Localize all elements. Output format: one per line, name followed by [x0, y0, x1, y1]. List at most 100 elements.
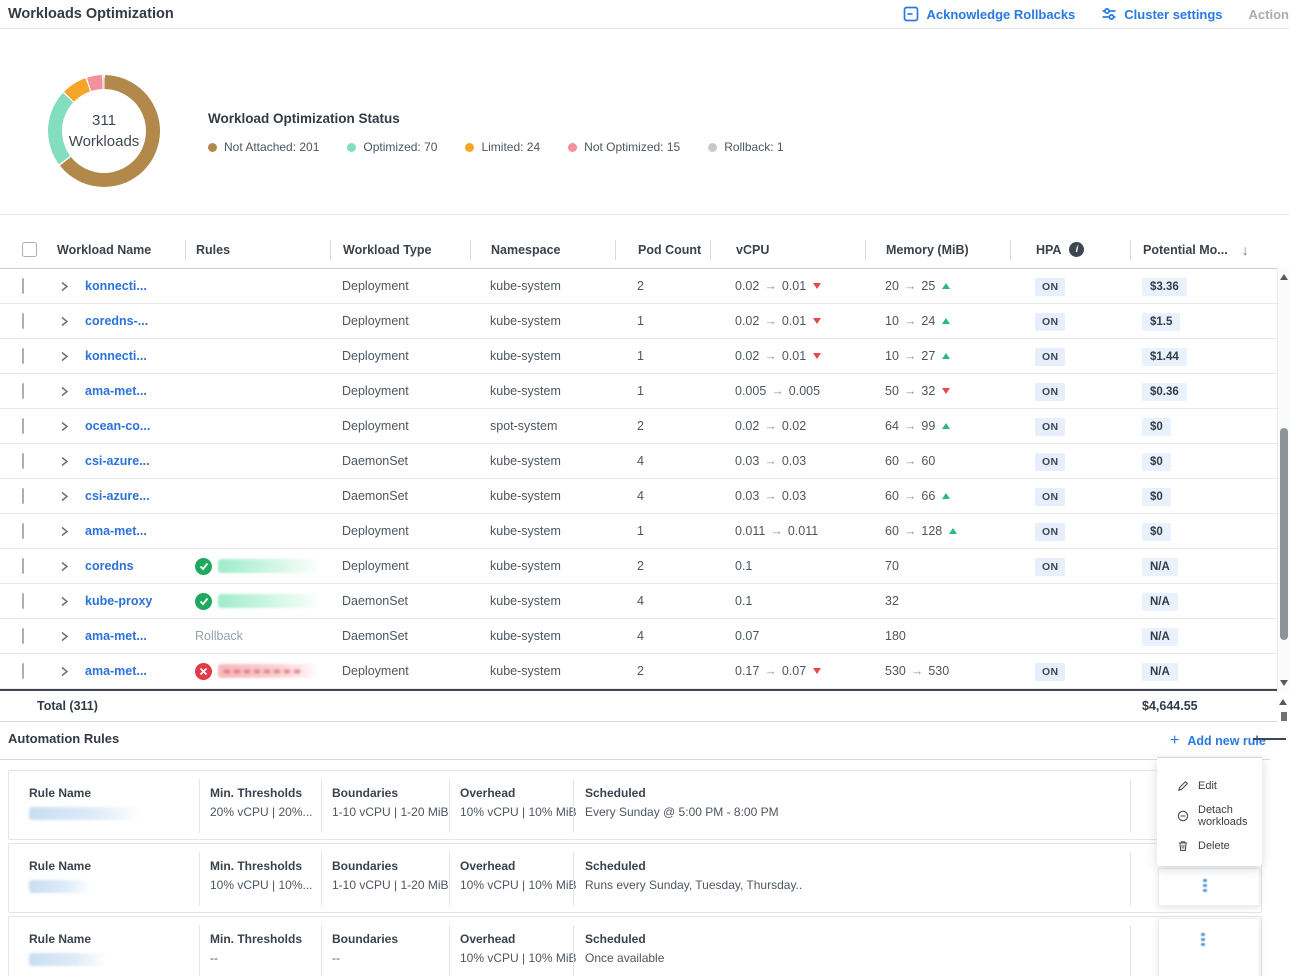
- metric-from: 32: [885, 594, 899, 608]
- legend-label: Rollback: 1: [724, 140, 783, 154]
- workload-name-link[interactable]: coredns: [82, 559, 185, 573]
- expand-chevron-icon[interactable]: [46, 456, 82, 467]
- workload-name-link[interactable]: csi-azure...: [82, 454, 185, 468]
- checkbox-cell: [0, 314, 46, 328]
- scroll-down-arrow-icon[interactable]: [1280, 680, 1288, 686]
- arrow-right-icon: →: [904, 489, 917, 503]
- vcpu-value: 0.07: [710, 629, 865, 643]
- checkbox-cell: [0, 559, 46, 573]
- workload-name-link[interactable]: ama-met...: [82, 664, 185, 678]
- hpa-info-icon[interactable]: i: [1069, 242, 1084, 257]
- kebab-menu-icon[interactable]: [1201, 933, 1205, 946]
- pod-count: 4: [615, 594, 710, 608]
- row-checkbox[interactable]: [22, 628, 24, 644]
- row-checkbox[interactable]: [22, 663, 24, 679]
- potential-value-badge: $0: [1142, 523, 1171, 541]
- table-row: ama-met...RollbackDaemonSetkube-system40…: [0, 619, 1277, 654]
- workload-name-link[interactable]: konnecti...: [82, 279, 185, 293]
- arrow-right-icon: →: [764, 489, 777, 503]
- acknowledge-rollbacks-button[interactable]: Acknowledge Rollbacks: [903, 6, 1075, 22]
- workload-name-link[interactable]: kube-proxy: [82, 594, 185, 608]
- add-new-rule-button[interactable]: + Add new rule: [1164, 731, 1272, 751]
- row-checkbox[interactable]: [22, 278, 24, 294]
- hpa-cell: ON: [1010, 279, 1130, 293]
- redacted-text: [224, 670, 302, 673]
- vcpu-value: 0.011→0.011: [710, 524, 865, 538]
- metric-from: 0.1: [735, 559, 752, 573]
- row-checkbox[interactable]: [22, 558, 24, 574]
- scroll-up-arrow-icon[interactable]: [1280, 274, 1288, 280]
- metric-to: 99: [921, 419, 935, 433]
- metric-to: 0.005: [789, 384, 820, 398]
- min-thresholds-value: 10% vCPU | 10%...: [210, 878, 321, 892]
- expand-chevron-icon[interactable]: [46, 631, 82, 642]
- legend-dot-icon: [465, 143, 474, 152]
- expand-chevron-icon[interactable]: [46, 596, 82, 607]
- mini-scroll-up-arrow-icon[interactable]: [1279, 699, 1287, 705]
- namespace: kube-system: [470, 314, 615, 328]
- menu-item-detach-workloads[interactable]: Detach workloads: [1157, 801, 1262, 831]
- min-thresholds: Min. Thresholds--: [199, 925, 321, 976]
- vcpu-value: 0.005→0.005: [710, 384, 865, 398]
- arrow-right-icon: →: [764, 314, 777, 328]
- scheduled: ScheduledEvery Sunday @ 5:00 PM - 8:00 P…: [573, 779, 1130, 833]
- expand-chevron-icon[interactable]: [46, 666, 82, 677]
- legend-label: Limited: 24: [481, 140, 540, 154]
- potential-value-badge: $1.44: [1142, 348, 1187, 366]
- arrow-right-icon: →: [764, 349, 777, 363]
- expand-chevron-icon[interactable]: [46, 421, 82, 432]
- scrollbar-thumb[interactable]: [1280, 428, 1288, 640]
- row-checkbox[interactable]: [22, 488, 24, 504]
- expand-chevron-icon[interactable]: [46, 526, 82, 537]
- expand-chevron-icon[interactable]: [46, 386, 82, 397]
- kebab-menu-icon[interactable]: [1203, 879, 1207, 892]
- metric-from: 60: [885, 454, 899, 468]
- row-checkbox[interactable]: [22, 593, 24, 609]
- workload-name-link[interactable]: ama-met...: [82, 384, 185, 398]
- pencil-icon: [1177, 780, 1189, 792]
- error-circle-icon: [195, 663, 212, 680]
- min-thresholds-value: 20% vCPU | 20%...: [210, 805, 321, 819]
- col-namespace: Namespace: [470, 240, 615, 260]
- row-checkbox[interactable]: [22, 348, 24, 364]
- cluster-settings-button[interactable]: Cluster settings: [1101, 6, 1222, 22]
- namespace: kube-system: [470, 279, 615, 293]
- memory-value: 70: [865, 559, 1010, 573]
- expand-chevron-icon[interactable]: [46, 561, 82, 572]
- rule-cards-list: Rule NameMin. Thresholds20% vCPU | 20%..…: [0, 770, 1289, 976]
- detach-icon: [1177, 810, 1189, 822]
- hpa-on-badge: ON: [1035, 453, 1065, 471]
- expand-chevron-icon[interactable]: [46, 281, 82, 292]
- expand-chevron-icon[interactable]: [46, 316, 82, 327]
- row-checkbox[interactable]: [22, 383, 24, 399]
- sort-desc-icon[interactable]: ↓: [1242, 242, 1249, 258]
- menu-item-label: Edit: [1198, 780, 1217, 792]
- workload-name-link[interactable]: ama-met...: [82, 629, 185, 643]
- menu-item-delete[interactable]: Delete: [1157, 831, 1262, 861]
- rules-cell: [185, 593, 330, 610]
- workload-name-link[interactable]: konnecti...: [82, 349, 185, 363]
- table-row: konnecti...Deploymentkube-system10.02→0.…: [0, 339, 1277, 374]
- workload-name-link[interactable]: ocean-co...: [82, 419, 185, 433]
- expand-chevron-icon[interactable]: [46, 491, 82, 502]
- workload-type: Deployment: [330, 349, 470, 363]
- workload-name-link[interactable]: coredns-...: [82, 314, 185, 328]
- mini-scrollbar-thumb[interactable]: [1281, 712, 1287, 721]
- automation-rules-title: Automation Rules: [8, 731, 1289, 746]
- metric-from: 0.17: [735, 664, 759, 678]
- table-row: corednsDeploymentkube-system20.170ONN/A: [0, 549, 1277, 584]
- workload-name-link[interactable]: ama-met...: [82, 524, 185, 538]
- menu-item-edit[interactable]: Edit: [1157, 771, 1262, 801]
- row-checkbox[interactable]: [22, 313, 24, 329]
- memory-value: 530→530: [865, 664, 1010, 678]
- row-checkbox[interactable]: [22, 453, 24, 469]
- workload-name-link[interactable]: csi-azure...: [82, 489, 185, 503]
- expand-chevron-icon[interactable]: [46, 351, 82, 362]
- select-all-checkbox[interactable]: [22, 242, 37, 257]
- metric-to: 0.01: [782, 314, 806, 328]
- rules-cell: Rollback: [185, 629, 330, 643]
- row-checkbox[interactable]: [22, 418, 24, 434]
- rule-name-block: Rule Name: [9, 917, 199, 976]
- action-button[interactable]: Action: [1249, 7, 1289, 22]
- row-checkbox[interactable]: [22, 523, 24, 539]
